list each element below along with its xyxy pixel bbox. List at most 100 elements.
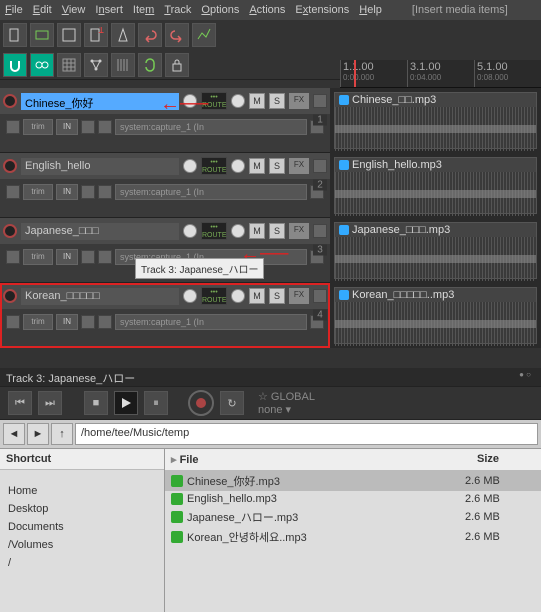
- undo-button[interactable]: [138, 23, 162, 47]
- media-item[interactable]: Korean_□□□□□..mp3: [334, 287, 537, 344]
- record-arm-button[interactable]: [3, 94, 17, 108]
- clip-lane-4[interactable]: Korean_□□□□□..mp3: [330, 283, 541, 348]
- pan-knob[interactable]: [231, 289, 245, 303]
- solo-button[interactable]: S: [269, 93, 285, 109]
- new-project-button[interactable]: [3, 23, 27, 47]
- pause-button[interactable]: ⏸: [144, 391, 168, 415]
- shortcut-item[interactable]: Home: [0, 482, 164, 500]
- pan-knob[interactable]: [231, 94, 245, 108]
- trim-button[interactable]: trim: [23, 249, 53, 265]
- media-item[interactable]: Chinese_□□.mp3: [334, 92, 537, 149]
- fx-button[interactable]: FX: [289, 93, 309, 109]
- grid-button[interactable]: [57, 53, 81, 77]
- record-button[interactable]: [188, 390, 214, 416]
- metronome-button[interactable]: [111, 23, 135, 47]
- trim-button[interactable]: trim: [23, 119, 53, 135]
- envelope-button[interactable]: [313, 159, 327, 173]
- timeline-ruler[interactable]: 1.1.000:00.000 3.1.000:04.000 5.1.000:08…: [340, 60, 541, 88]
- envelope-button[interactable]: [192, 23, 216, 47]
- input-fx-button[interactable]: [98, 185, 112, 199]
- project-settings-button[interactable]: 1: [84, 23, 108, 47]
- mute-button[interactable]: M: [249, 288, 265, 304]
- nav-back-button[interactable]: ◄: [3, 423, 25, 445]
- item-info-icon[interactable]: [339, 95, 349, 105]
- clip-lane-2[interactable]: English_hello.mp3: [330, 153, 541, 218]
- track-2[interactable]: English_hello ••• ROUTE M S FX trim IN s…: [0, 153, 330, 218]
- menu-options[interactable]: Options: [201, 4, 239, 16]
- envelope-button[interactable]: [313, 94, 327, 108]
- fx-button[interactable]: FX: [289, 158, 309, 174]
- input-button[interactable]: IN: [56, 314, 78, 330]
- open-project-button[interactable]: [30, 23, 54, 47]
- file-row[interactable]: Japanese_ハロー.mp3 2.6 MB: [165, 507, 541, 527]
- nav-up-button[interactable]: ↑: [51, 423, 73, 445]
- track-name-field[interactable]: Korean_□□□□□: [21, 288, 179, 305]
- go-start-button[interactable]: ⏮: [8, 391, 32, 415]
- clip-lane-1[interactable]: Chinese_□□.mp3: [330, 88, 541, 153]
- monitor-button[interactable]: [81, 120, 95, 134]
- shortcut-item[interactable]: /Volumes: [0, 536, 164, 554]
- fx-button[interactable]: FX: [289, 288, 309, 304]
- automation-mode[interactable]: ☆ GLOBAL none ▾: [258, 390, 315, 416]
- nav-forward-button[interactable]: ►: [27, 423, 49, 445]
- volume-knob[interactable]: [183, 289, 197, 303]
- menu-actions[interactable]: Actions: [249, 4, 285, 16]
- input-source[interactable]: system:capture_1 (In: [115, 119, 307, 135]
- route-button[interactable]: ••• ROUTE: [201, 157, 227, 175]
- go-end-button[interactable]: ⏭: [38, 391, 62, 415]
- track-name-field[interactable]: Japanese_□□□: [21, 223, 179, 240]
- clip-lane-3[interactable]: Japanese_□□□.mp3: [330, 218, 541, 283]
- menu-insert[interactable]: Insert: [95, 4, 123, 16]
- input-fx-button[interactable]: [98, 250, 112, 264]
- play-button[interactable]: [114, 391, 138, 415]
- input-button[interactable]: IN: [56, 249, 78, 265]
- menu-track[interactable]: Track: [164, 4, 191, 16]
- trim-button[interactable]: trim: [23, 184, 53, 200]
- track-name-field[interactable]: Chinese_你好: [21, 93, 179, 110]
- size-column-header[interactable]: Size: [471, 449, 541, 470]
- mute-button[interactable]: M: [249, 223, 265, 239]
- route-button[interactable]: ••• ROUTE: [201, 287, 227, 305]
- input-fx-button[interactable]: [98, 315, 112, 329]
- ripple-button[interactable]: [30, 53, 54, 77]
- record-mode-button[interactable]: [6, 120, 20, 134]
- track-4[interactable]: Korean_□□□□□ ••• ROUTE M S FX trim IN sy…: [0, 283, 330, 348]
- track-name-field[interactable]: English_hello: [21, 158, 179, 175]
- record-arm-button[interactable]: [3, 224, 17, 238]
- file-row[interactable]: Chinese_你好.mp3 2.6 MB: [165, 471, 541, 491]
- redo-button[interactable]: [165, 23, 189, 47]
- shortcut-item[interactable]: Documents: [0, 518, 164, 536]
- input-button[interactable]: IN: [56, 184, 78, 200]
- file-row[interactable]: Korean_안녕하세요..mp3 2.6 MB: [165, 527, 541, 547]
- menu-item[interactable]: Item: [133, 4, 154, 16]
- file-column-header[interactable]: ▸ File: [165, 449, 471, 470]
- envelope-button[interactable]: [313, 289, 327, 303]
- record-mode-button[interactable]: [6, 315, 20, 329]
- record-mode-button[interactable]: [6, 185, 20, 199]
- record-arm-button[interactable]: [3, 289, 17, 303]
- input-fx-button[interactable]: [98, 120, 112, 134]
- monitor-button[interactable]: [81, 315, 95, 329]
- monitor-button[interactable]: [81, 250, 95, 264]
- input-button[interactable]: IN: [56, 119, 78, 135]
- route-button[interactable]: ••• ROUTE: [201, 222, 227, 240]
- volume-knob[interactable]: [183, 224, 197, 238]
- pan-knob[interactable]: [231, 159, 245, 173]
- fx-button[interactable]: FX: [289, 223, 309, 239]
- record-arm-button[interactable]: [3, 159, 17, 173]
- menu-help[interactable]: Help: [359, 4, 382, 16]
- shortcut-item[interactable]: Desktop: [0, 500, 164, 518]
- envelope-button[interactable]: [313, 224, 327, 238]
- menu-edit[interactable]: Edit: [33, 4, 52, 16]
- item-info-icon[interactable]: [339, 290, 349, 300]
- menu-file[interactable]: File: [5, 4, 23, 16]
- input-source[interactable]: system:capture_1 (In: [115, 314, 307, 330]
- file-row[interactable]: English_hello.mp3 2.6 MB: [165, 491, 541, 507]
- save-project-button[interactable]: [57, 23, 81, 47]
- lock-button[interactable]: [165, 53, 189, 77]
- record-mode-button[interactable]: [6, 250, 20, 264]
- path-input[interactable]: /home/tee/Music/temp: [75, 423, 538, 445]
- item-info-icon[interactable]: [339, 225, 349, 235]
- loop-button[interactable]: [138, 53, 162, 77]
- pan-knob[interactable]: [231, 224, 245, 238]
